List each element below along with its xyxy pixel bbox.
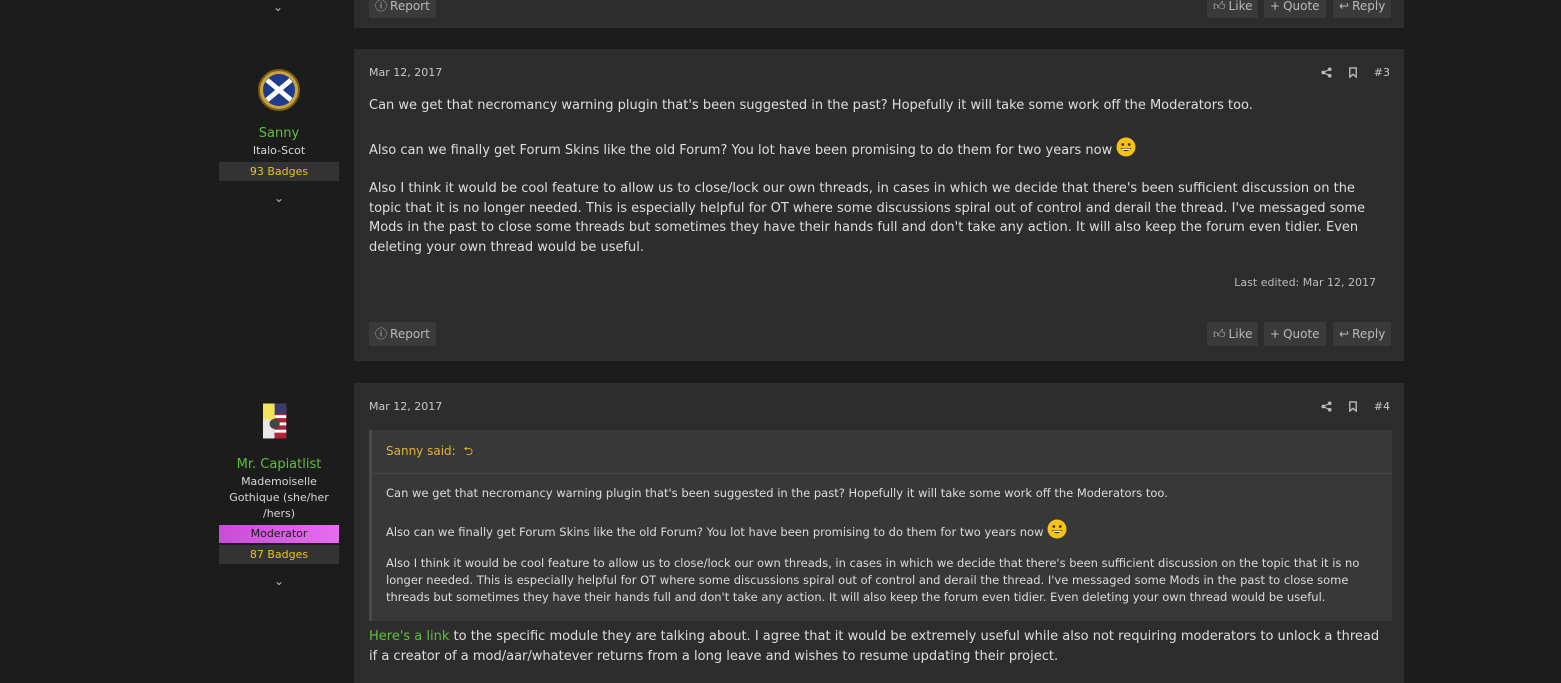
post-paragraph: Also I think it would be cool feature to… (369, 181, 1366, 255)
grinning-emoji-icon (1047, 519, 1067, 539)
post-tools: #4 (1321, 400, 1390, 413)
last-edited[interactable]: Last edited: Mar 12, 2017 (1234, 276, 1376, 289)
post-body: Here's a link to the specific module the… (369, 627, 1389, 666)
bookmark-icon[interactable] (1348, 401, 1358, 412)
chevron-down-icon[interactable]: ⌄ (219, 574, 339, 588)
avatar[interactable] (263, 397, 295, 445)
post-date[interactable]: Mar 12, 2017 (369, 66, 442, 79)
quote-paragraph: Can we get that necromancy warning plugi… (386, 486, 1168, 500)
like-button[interactable]: 👍︎ Like (1207, 322, 1259, 346)
plus-icon: + (1270, 0, 1281, 13)
avatar[interactable] (257, 68, 301, 112)
quote-paragraph-with-emoji: Also can we finally get Forum Skins like… (386, 519, 1362, 541)
quote-body: Can we get that necromancy warning plugi… (386, 485, 1362, 606)
user-title: Mademoiselle Gothique (she/her /hers) (229, 475, 329, 520)
grinning-emoji-icon (1116, 137, 1136, 156)
jump-to-quote-icon[interactable]: ⮌ (464, 444, 474, 458)
share-icon[interactable] (1321, 67, 1332, 78)
post-paragraph: Here's a link to the specific module the… (369, 629, 1380, 664)
reply-arrow-icon: ↩ (1339, 0, 1350, 13)
quote-button[interactable]: + Quote (1264, 322, 1326, 346)
user-info-sanny: Sanny Italo-Scot 93 Badges ⌄ (219, 68, 339, 205)
like-button[interactable]: 👍︎ Like (1207, 0, 1259, 18)
share-icon[interactable] (1321, 401, 1332, 412)
post-number[interactable]: #4 (1374, 400, 1390, 413)
username[interactable]: Sanny (219, 126, 339, 142)
thumbs-up-icon: 👍︎ (1213, 0, 1226, 13)
quote-paragraph: Also I think it would be cool feature to… (386, 556, 1360, 604)
module-link[interactable]: Here's a link (369, 629, 449, 644)
quote-author[interactable]: Sanny said: (386, 444, 456, 458)
chevron-down-icon[interactable]: ⌄ (219, 191, 339, 205)
reply-button[interactable]: ↩ Reply (1333, 322, 1392, 346)
previous-post: ⓘ Report 👍︎ Like + Quote ↩ Reply (354, 0, 1404, 28)
reply-button[interactable]: ↩ Reply (1333, 0, 1392, 18)
report-button[interactable]: ⓘ Report (369, 0, 436, 18)
post-tools: #3 (1321, 66, 1390, 79)
post-date[interactable]: Mar 12, 2017 (369, 400, 442, 413)
quote-header[interactable]: Sanny said: ⮌ (372, 430, 1392, 474)
quote-button[interactable]: + Quote (1264, 0, 1326, 18)
report-icon: ⓘ (375, 327, 388, 341)
plus-icon: + (1270, 327, 1281, 341)
reply-arrow-icon: ↩ (1339, 327, 1350, 341)
post-3: Mar 12, 2017 #3 Can we get that necroman… (354, 49, 1404, 361)
quote-block: Sanny said: ⮌ Can we get that necromancy… (369, 430, 1392, 621)
moderator-banner: Moderator (219, 525, 339, 543)
report-icon: ⓘ (375, 0, 388, 13)
user-info-mr-capiatlist: Mr. Capiatlist Mademoiselle Gothique (sh… (219, 397, 339, 588)
post-paragraph: Can we get that necromancy warning plugi… (369, 98, 1253, 113)
thumbs-up-icon: 👍︎ (1213, 327, 1226, 341)
report-button[interactable]: ⓘ Report (369, 322, 436, 346)
post-number[interactable]: #3 (1374, 66, 1390, 79)
user-expand-chevron-icon[interactable]: ⌄ (273, 0, 283, 14)
post-paragraph-with-emoji: Also can we finally get Forum Skins like… (369, 137, 1389, 161)
user-title: Italo-Scot (252, 144, 306, 157)
badges-count[interactable]: 93 Badges (219, 162, 339, 181)
badges-count[interactable]: 87 Badges (219, 545, 339, 564)
post-body: Can we get that necromancy warning plugi… (369, 96, 1389, 257)
post-4: Mar 12, 2017 #4 Sanny said: ⮌ Can we get… (354, 383, 1404, 683)
username[interactable]: Mr. Capiatlist (219, 457, 339, 473)
bookmark-icon[interactable] (1348, 67, 1358, 78)
